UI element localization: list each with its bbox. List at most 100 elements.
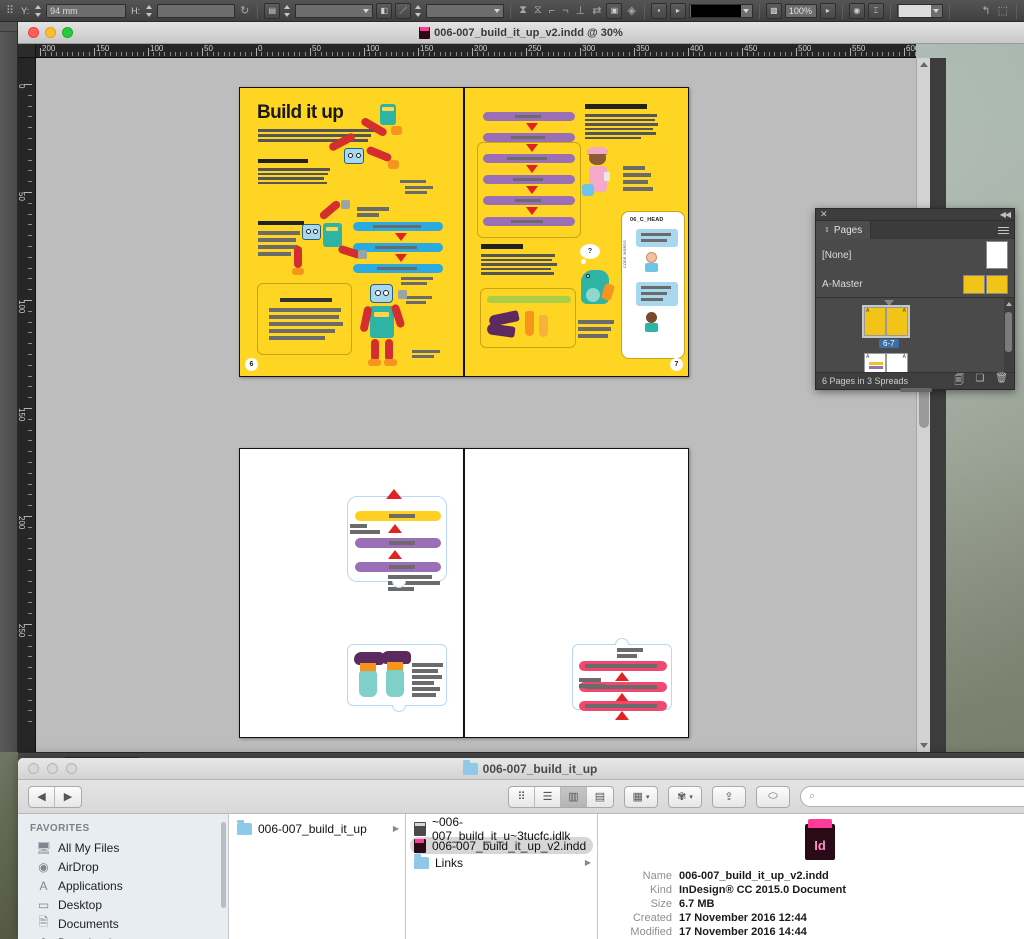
create-page-icon[interactable]: ❏ — [975, 373, 984, 390]
stroke-type-icon[interactable]: ◧ — [376, 2, 393, 19]
action-gear-button[interactable]: ✾ ▾ — [668, 785, 702, 808]
stroke-weight-stepper[interactable] — [283, 4, 292, 18]
shear-icon[interactable]: ／ — [395, 2, 412, 19]
panel-resize-grip[interactable] — [900, 388, 932, 392]
document-canvas[interactable]: Build it up 6 ? 06_C_HEAD CODE WORDS 7 — [36, 58, 916, 752]
sidebar-scrollbar[interactable] — [221, 822, 226, 908]
coverflow-view-button[interactable]: ▤ — [587, 787, 613, 807]
master-none-thumbnail[interactable] — [986, 241, 1008, 269]
page7-flow-container-outline[interactable] — [477, 142, 581, 238]
rotation-angle-icon[interactable]: ↻ — [238, 4, 251, 17]
scroll-down-icon[interactable] — [920, 743, 928, 748]
collapse-icon[interactable]: ◀◀ — [1000, 210, 1011, 219]
sidebar-item-applications[interactable]: A Applications — [18, 876, 228, 895]
sidebar-item-all-my-files[interactable]: 🖥 All My Files — [18, 838, 228, 857]
sidebar-item-desktop[interactable]: ▭ Desktop — [18, 895, 228, 914]
right-panel-dock[interactable] — [930, 58, 946, 752]
view-mode-segment[interactable]: ⠿ ☰ ▥ ▤ — [508, 785, 614, 808]
sidebar-item-airdrop[interactable]: ◉ AirDrop — [18, 857, 228, 876]
trash-icon[interactable]: 🗑 — [995, 373, 1008, 390]
master-row-a[interactable]: A-Master — [816, 271, 1014, 297]
stroke-weight-dropdown[interactable] — [295, 3, 374, 18]
list-item[interactable]: ~006-007_build_it_u~3tucfc.idlk — [406, 815, 597, 843]
opacity-icon[interactable]: ▩ — [765, 2, 782, 19]
finder-column-2[interactable]: ~006-007_build_it_u~3tucfc.idlk 006-007_… — [406, 814, 598, 939]
page-6[interactable]: Build it up 6 — [239, 87, 464, 377]
stroke-align-icon[interactable]: ▤ — [264, 2, 281, 19]
tab-pages[interactable]: ⇕ Pages — [816, 221, 872, 239]
masters-section[interactable]: [None] A-Master — [816, 239, 1014, 298]
share-button[interactable]: ⇪ — [712, 785, 746, 808]
page6-program-panel[interactable] — [257, 283, 352, 355]
flip-vertical-icon[interactable]: ⧖ — [532, 4, 544, 17]
select-container-icon[interactable]: ▣ — [606, 2, 623, 19]
finder-window[interactable]: 006-007_build_it_up ◀ ▶ ⠿ ☰ ▥ ▤ ▦ ▾ ✾ ▾ … — [18, 758, 1024, 939]
distribute-icon[interactable]: ⇄ — [590, 4, 603, 17]
icon-view-button[interactable]: ⠿ — [509, 786, 535, 807]
shear-dropdown[interactable] — [426, 3, 505, 18]
back-button[interactable]: ◀ — [29, 786, 55, 807]
list-item[interactable]: 006-007_build_it_up_v2.indd — [410, 837, 593, 854]
snippet-pink-flow[interactable] — [572, 638, 672, 720]
finder-close-button[interactable] — [28, 763, 39, 774]
finder-minimize-button[interactable] — [47, 763, 58, 774]
object-style-dropdown[interactable] — [896, 3, 943, 18]
canvas-vertical-scrollbar[interactable] — [916, 58, 930, 752]
scroll-up-icon[interactable] — [920, 62, 928, 67]
vertical-ruler[interactable]: 0 50 100 150 200 250 — [18, 58, 36, 752]
rotate-cw-icon[interactable]: ¬ — [560, 5, 570, 17]
y-input[interactable]: 94 mm — [46, 3, 127, 18]
horizontal-ruler[interactable]: 200 150 100 50 0 50 100 150 200 250 300 350 400 450 50… — [36, 44, 916, 58]
list-item[interactable]: 006-007_build_it_up ▶ — [229, 819, 405, 837]
finder-zoom-button[interactable] — [66, 763, 77, 774]
search-input[interactable]: ⌕ — [800, 786, 1024, 807]
pages-panel[interactable]: ✕ ◀◀ ⇕ Pages [None] A-Master A A 6-7 A A… — [815, 208, 1015, 392]
ruler-origin-corner[interactable] — [18, 44, 36, 58]
finder-titlebar[interactable]: 006-007_build_it_up — [18, 758, 1024, 780]
snippet-program-colors[interactable] — [347, 489, 447, 591]
back-forward-segment[interactable]: ◀ ▶ — [28, 785, 82, 808]
undo-icon[interactable]: ↰ — [979, 4, 992, 17]
page7-objects-panel[interactable] — [480, 288, 576, 348]
text-wrap-icon[interactable]: ⌶ — [867, 2, 884, 19]
opacity-input[interactable]: 100% — [784, 3, 817, 18]
master-a-thumbnail[interactable] — [963, 274, 1008, 294]
tags-button[interactable]: ⬭ — [756, 785, 790, 808]
page6-flow-diagram[interactable] — [353, 207, 443, 285]
finder-traffic-lights[interactable] — [28, 763, 77, 774]
pages-panel-bar[interactable]: ✕ ◀◀ — [816, 209, 1014, 221]
list-item[interactable]: Links ▶ — [406, 853, 597, 871]
spread-8-9[interactable] — [239, 448, 689, 738]
new-page-icon[interactable]: 🗐 — [954, 373, 964, 390]
finder-sidebar[interactable]: FAVORITES 🖥 All My Files ◉ AirDrop A App… — [18, 814, 229, 939]
flip-horizontal-icon[interactable]: ⧗ — [517, 4, 529, 17]
page-7[interactable]: ? 06_C_HEAD CODE WORDS 7 — [464, 87, 689, 377]
finder-column-1[interactable]: 006-007_build_it_up ▶ — [229, 814, 406, 939]
forward-button[interactable]: ▶ — [55, 787, 81, 807]
shear-stepper[interactable] — [414, 4, 423, 18]
snippet-tab-top[interactable] — [615, 638, 629, 645]
close-icon[interactable]: ✕ — [820, 210, 828, 219]
spread-number-badge[interactable]: 6-7 — [879, 339, 899, 348]
fill-swatch[interactable]: ▪ — [650, 2, 667, 19]
spread-6-7[interactable]: Build it up 6 ? 06_C_HEAD CODE WORDS 7 — [239, 87, 689, 377]
select-content-icon[interactable]: ◈ — [625, 4, 637, 17]
master-row-none[interactable]: [None] — [816, 239, 1014, 271]
spread-thumb-6-7[interactable]: A A — [862, 305, 910, 338]
stroke-swatch[interactable]: ▸ — [669, 2, 686, 19]
arrange-button[interactable]: ▦ ▾ — [624, 785, 658, 808]
page-thumb-6[interactable]: A — [864, 307, 886, 336]
align-top-icon[interactable]: ⊥ — [574, 4, 588, 17]
list-view-button[interactable]: ☰ — [535, 786, 561, 807]
pages-scroll-thumb[interactable] — [1005, 312, 1012, 352]
opacity-arrow-icon[interactable]: ▸ — [819, 2, 836, 19]
panel-menu-icon[interactable] — [993, 221, 1014, 239]
column-view-button[interactable]: ▥ — [561, 786, 587, 807]
pages-panel-tabs[interactable]: ⇕ Pages — [816, 221, 1014, 239]
effects-icon[interactable]: ◉ — [848, 2, 865, 19]
reference-point-icon[interactable]: ⠿ — [4, 4, 16, 17]
page-thumb-7[interactable]: A — [886, 307, 908, 336]
frame-fitting-icon[interactable]: ⬚ — [996, 4, 1010, 17]
rotate-ccw-icon[interactable]: ⌐ — [547, 5, 557, 17]
y-stepper[interactable] — [34, 4, 43, 18]
